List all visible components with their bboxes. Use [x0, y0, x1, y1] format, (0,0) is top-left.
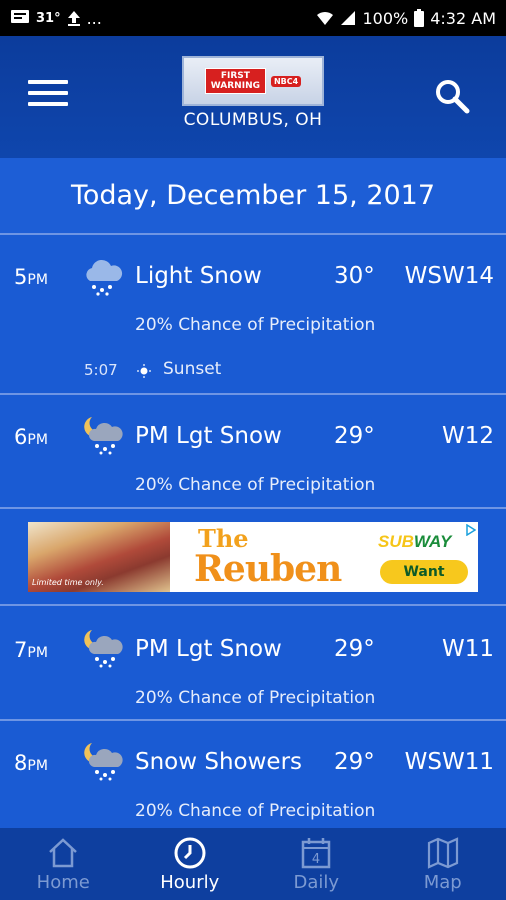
precip-chance: 20% Chance of Precipitation — [135, 315, 376, 335]
app-header: FIRST WARNING NBC4 COLUMBUS, OH — [0, 36, 506, 158]
nav-label: Map — [423, 872, 462, 893]
battery-icon — [414, 9, 425, 27]
temperature: 29° — [334, 423, 375, 449]
ad-cta-button[interactable]: Want — [380, 560, 468, 584]
hour-time: 7PM — [14, 638, 48, 662]
snow-cloud-icon — [86, 259, 123, 296]
temperature: 29° — [334, 749, 375, 775]
hour-time: 5PM — [14, 265, 48, 289]
ad-brand-logo: SUBWAY — [378, 532, 452, 551]
night-snow-icon — [84, 417, 123, 455]
ad-choices-icon[interactable] — [464, 524, 476, 536]
condition-label: Light Snow — [135, 263, 262, 289]
notification-overflow: ... — [86, 8, 102, 28]
clock-icon — [174, 837, 206, 869]
station-logo: FIRST WARNING NBC4 — [182, 56, 324, 106]
precip-chance: 20% Chance of Precipitation — [135, 801, 376, 821]
hour-time: 6PM — [14, 425, 48, 449]
ad-fine-print: Limited time only. — [32, 578, 104, 587]
status-temp: 31° — [36, 10, 61, 26]
condition-label: PM Lgt Snow — [135, 423, 282, 449]
calendar-icon: 4 — [302, 838, 331, 869]
night-snow-icon — [84, 630, 123, 668]
wind-speed: WSW14 — [404, 263, 494, 289]
message-icon — [11, 10, 29, 23]
hour-row[interactable]: 5PM Light Snow 30° WSW14 20% Chance of P… — [0, 233, 506, 393]
bottom-nav: Home Hourly 4 Daily Map — [0, 828, 506, 900]
nav-home[interactable]: Home — [0, 828, 127, 900]
condition-label: Snow Showers — [135, 749, 303, 775]
calendar-day: 4 — [312, 852, 320, 867]
wifi-icon — [317, 11, 334, 25]
logo-badge: FIRST WARNING — [204, 68, 266, 94]
wind-speed: W11 — [441, 636, 494, 662]
signal-icon — [341, 11, 356, 25]
nav-label: Daily — [293, 872, 340, 893]
menu-button[interactable] — [28, 80, 68, 110]
precip-chance: 20% Chance of Precipitation — [135, 475, 376, 495]
precip-chance: 20% Chance of Precipitation — [135, 688, 376, 708]
map-icon — [427, 837, 458, 869]
hour-row[interactable]: 8PM Snow Showers 29° WSW11 20% Chance of… — [0, 719, 506, 828]
status-bar: 31° ... 100% 4:32 AM — [0, 0, 506, 36]
night-snow-icon — [84, 743, 123, 781]
condition-label: PM Lgt Snow — [135, 636, 282, 662]
temperature: 30° — [334, 263, 375, 289]
nav-label: Home — [36, 872, 90, 893]
clock-time: 4:32 AM — [430, 8, 496, 28]
sun-icon — [137, 364, 151, 378]
hour-time: 8PM — [14, 751, 48, 775]
sunset-time: 5:07 — [84, 361, 118, 379]
temperature: 29° — [334, 636, 375, 662]
battery-percent: 100% — [362, 8, 409, 28]
date-heading: Today, December 15, 2017 — [0, 158, 506, 233]
advertisement-banner[interactable]: Limited time only. The Reuben SUBWAY Wan… — [28, 522, 478, 592]
hour-row[interactable]: 6PM PM Lgt Snow 29° W12 20% Chance of Pr… — [0, 393, 506, 507]
wind-speed: W12 — [441, 423, 494, 449]
wind-speed: WSW11 — [404, 749, 494, 775]
hour-row[interactable]: 7PM PM Lgt Snow 29° W11 20% Chance of Pr… — [0, 604, 506, 719]
location-label: COLUMBUS, OH — [183, 110, 323, 130]
sunset-label: Sunset — [163, 359, 222, 379]
home-icon — [49, 838, 78, 868]
ad-headline-product: Reuben — [194, 548, 342, 590]
logo-channel-badge: NBC4 — [270, 75, 302, 87]
nav-map[interactable]: Map — [380, 828, 506, 900]
nav-hourly[interactable]: Hourly — [127, 828, 254, 900]
upload-icon — [67, 11, 80, 26]
nav-label: Hourly — [160, 872, 220, 893]
ad-row: Limited time only. The Reuben SUBWAY Wan… — [0, 507, 506, 604]
nav-daily[interactable]: 4 Daily — [253, 828, 380, 900]
search-icon[interactable] — [432, 76, 472, 116]
